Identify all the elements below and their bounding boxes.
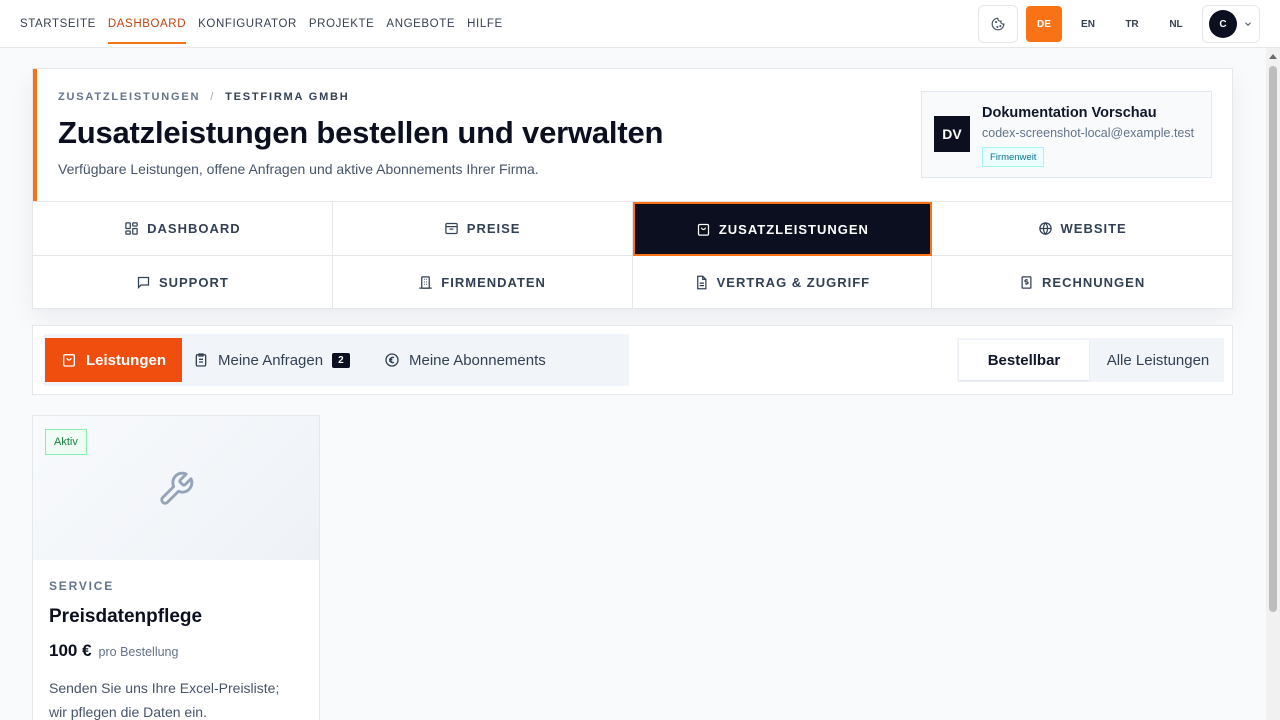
tab-label: WEBSITE bbox=[1060, 221, 1127, 236]
building-icon bbox=[419, 276, 433, 289]
tab-zusatzleistungen[interactable]: ZUSATZLEISTUNGEN bbox=[632, 202, 933, 256]
language-nl-button[interactable]: NL bbox=[1158, 6, 1194, 42]
nav-link-konfigurator[interactable]: KONFIGURATOR bbox=[198, 0, 297, 48]
tab-preise[interactable]: PREISE bbox=[332, 202, 633, 256]
tab-label: RECHNUNGEN bbox=[1042, 275, 1146, 290]
main-nav-links: STARTSEITE DASHBOARD KONFIGURATOR PROJEK… bbox=[20, 0, 503, 48]
service-description: Senden Sie uns Ihre Excel-Preisliste; wi… bbox=[49, 680, 280, 720]
euro-icon bbox=[385, 353, 399, 367]
tab-support[interactable]: SUPPORT bbox=[33, 256, 333, 309]
clipboard-icon bbox=[195, 353, 207, 367]
language-tr-button[interactable]: TR bbox=[1114, 6, 1150, 42]
price-unit: pro Bestellung bbox=[98, 645, 179, 659]
tag-box-icon bbox=[445, 222, 458, 235]
nav-link-hilfe[interactable]: HILFE bbox=[467, 0, 503, 48]
tab-label: VERTRAG & ZUGRIFF bbox=[716, 275, 871, 290]
avatar: C bbox=[1209, 10, 1237, 38]
nav-link-projekte[interactable]: PROJEKTE bbox=[309, 0, 375, 48]
shopping-bag-icon bbox=[697, 223, 709, 236]
page-header: ZUSATZLEISTUNGEN / TESTFIRMA GMBH Zusatz… bbox=[33, 69, 1232, 201]
tab-label: PREISE bbox=[466, 221, 521, 236]
filter-bestellbar[interactable]: Bestellbar bbox=[959, 340, 1089, 380]
nav-link-dashboard[interactable]: DASHBOARD bbox=[107, 0, 187, 48]
service-card-media: Aktiv bbox=[33, 416, 319, 560]
tab-dashboard[interactable]: DASHBOARD bbox=[33, 202, 333, 256]
wrench-icon bbox=[160, 471, 194, 505]
subtab-leistungen[interactable]: Leistungen bbox=[45, 338, 183, 382]
tab-label: DASHBOARD bbox=[147, 221, 241, 236]
document-icon bbox=[696, 275, 707, 290]
tab-label: ZUSATZLEISTUNGEN bbox=[718, 221, 869, 237]
user-menu-button[interactable]: C bbox=[1202, 5, 1260, 43]
services-view-switch: Leistungen Meine Anfragen 2 Meine Abonne… bbox=[44, 334, 629, 386]
filter-alle-leistungen[interactable]: Alle Leistungen bbox=[1093, 340, 1223, 380]
tab-website[interactable]: WEBSITE bbox=[932, 202, 1232, 256]
language-en-button[interactable]: EN bbox=[1070, 6, 1106, 42]
globe-icon bbox=[1038, 222, 1052, 236]
subtab-meine-anfragen[interactable]: Meine Anfragen 2 bbox=[177, 338, 366, 382]
status-badge: Aktiv bbox=[45, 429, 87, 455]
invoice-icon bbox=[1021, 276, 1032, 289]
shopping-bag-icon bbox=[63, 354, 75, 367]
profile-email: codex-screenshot-local@example.test bbox=[982, 126, 1195, 140]
tab-rechnungen[interactable]: RECHNUNGEN bbox=[932, 256, 1232, 309]
page-title: Zusatzleistungen bestellen und verwalten bbox=[58, 115, 664, 150]
page-scrollbar[interactable] bbox=[1266, 48, 1280, 720]
breadcrumb-current: TESTFIRMA GMBH bbox=[225, 91, 350, 103]
scope-badge: Firmenweit bbox=[982, 147, 1045, 167]
subtab-label: Meine Abonnements bbox=[409, 351, 546, 369]
breadcrumb: ZUSATZLEISTUNGEN / TESTFIRMA GMBH bbox=[58, 91, 350, 103]
scrollbar-thumb[interactable] bbox=[1269, 66, 1277, 612]
subtab-label: Meine Anfragen bbox=[218, 351, 324, 369]
subtab-meine-abonnements[interactable]: Meine Abonnements bbox=[368, 338, 562, 382]
tab-label: SUPPORT bbox=[158, 275, 229, 290]
cookie-icon bbox=[991, 17, 1005, 31]
subtab-label: Leistungen bbox=[86, 351, 167, 369]
company-profile-card: DV Dokumentation Vorschau codex-screensh… bbox=[921, 91, 1212, 178]
services-filter-bar: Leistungen Meine Anfragen 2 Meine Abonne… bbox=[32, 325, 1233, 395]
profile-initials-avatar: DV bbox=[934, 116, 970, 152]
service-title: Preisdatenpflege bbox=[49, 606, 203, 627]
requests-count-badge: 2 bbox=[332, 352, 350, 368]
nav-right-controls: DE EN TR NL C bbox=[978, 5, 1260, 43]
page-subtitle: Verfügbare Leistungen, offene Anfragen u… bbox=[58, 161, 539, 177]
top-navigation: STARTSEITE DASHBOARD KONFIGURATOR PROJEK… bbox=[0, 0, 1280, 48]
service-price: 100 € pro Bestellung bbox=[49, 641, 178, 661]
tab-firmendaten[interactable]: FIRMENDATEN bbox=[333, 256, 633, 309]
service-category: SERVICE bbox=[49, 579, 115, 593]
chevron-down-icon bbox=[1245, 22, 1251, 26]
availability-filter: Bestellbar Alle Leistungen bbox=[957, 338, 1224, 382]
breadcrumb-separator: / bbox=[210, 91, 216, 103]
cookie-settings-button[interactable] bbox=[978, 5, 1018, 43]
profile-name: Dokumentation Vorschau bbox=[982, 105, 1157, 121]
chat-icon bbox=[137, 276, 150, 290]
price-amount: 100 € bbox=[49, 641, 92, 660]
grid-icon bbox=[125, 222, 138, 235]
tab-label: FIRMENDATEN bbox=[441, 275, 546, 290]
language-de-button[interactable]: DE bbox=[1026, 6, 1062, 42]
page-header-card: ZUSATZLEISTUNGEN / TESTFIRMA GMBH Zusatz… bbox=[32, 68, 1233, 309]
scroll-up-arrow-icon[interactable] bbox=[1269, 54, 1277, 59]
tab-vertrag-zugriff[interactable]: VERTRAG & ZUGRIFF bbox=[633, 256, 933, 309]
section-tabs: DASHBOARD PREISE ZUSATZLEISTUNGEN WEBSIT… bbox=[33, 201, 1232, 309]
nav-link-startseite[interactable]: STARTSEITE bbox=[20, 0, 96, 48]
service-card[interactable]: Aktiv SERVICE Preisdatenpflege 100 € pro… bbox=[32, 415, 320, 720]
nav-link-angebote[interactable]: ANGEBOTE bbox=[386, 0, 455, 48]
breadcrumb-item[interactable]: ZUSATZLEISTUNGEN bbox=[58, 91, 200, 103]
